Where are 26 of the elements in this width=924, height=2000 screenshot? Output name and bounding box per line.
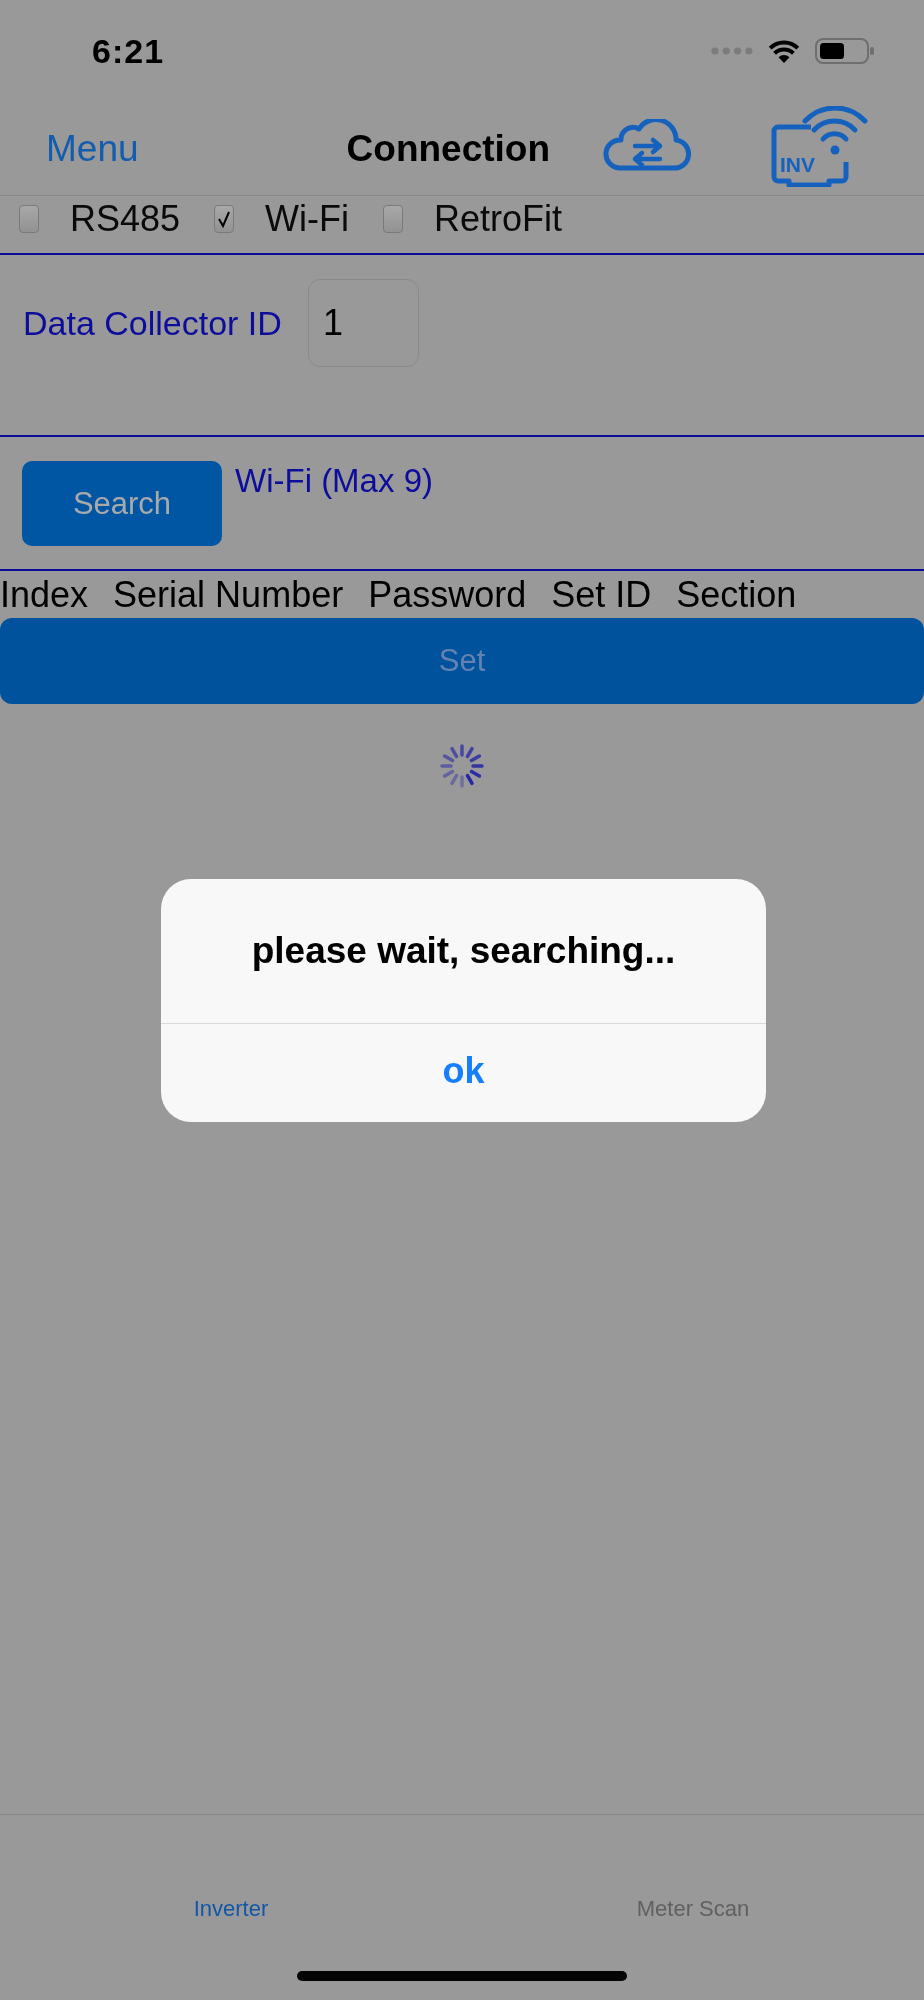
checkbox-label: Wi-Fi <box>265 197 350 240</box>
checkbox[interactable] <box>19 204 39 233</box>
tab[interactable]: Inverter <box>193 1896 269 1922</box>
checkbox-label: RS485 <box>70 197 181 240</box>
tab[interactable]: Meter Scan <box>636 1896 750 1922</box>
field-label: Data Collector ID <box>23 303 282 344</box>
checkmark-icon <box>217 209 232 228</box>
column-header: Section <box>676 573 797 616</box>
column-header: Serial Number <box>113 573 344 616</box>
signal-dots-icon <box>711 47 753 55</box>
checkbox-label: RetroFit <box>434 197 563 240</box>
wifi-icon <box>767 38 801 64</box>
checkbox[interactable] <box>383 204 404 233</box>
ok-button[interactable]: ok <box>161 1024 766 1122</box>
column-header: Index <box>0 573 89 616</box>
screen-title: Connection <box>346 127 551 170</box>
search-button[interactable]: Search <box>22 461 222 546</box>
checkbox[interactable] <box>214 204 235 233</box>
column-header: Set ID <box>551 573 652 616</box>
column-header: Password <box>368 573 527 616</box>
status-time: 6:21 <box>92 31 165 71</box>
section-label: Wi-Fi (Max 9) <box>235 461 433 501</box>
battery-icon <box>815 38 875 64</box>
menu-button[interactable]: Menu <box>46 127 139 170</box>
alert-message: please wait, searching... <box>251 930 676 972</box>
id-input[interactable]: 1 <box>307 279 419 367</box>
